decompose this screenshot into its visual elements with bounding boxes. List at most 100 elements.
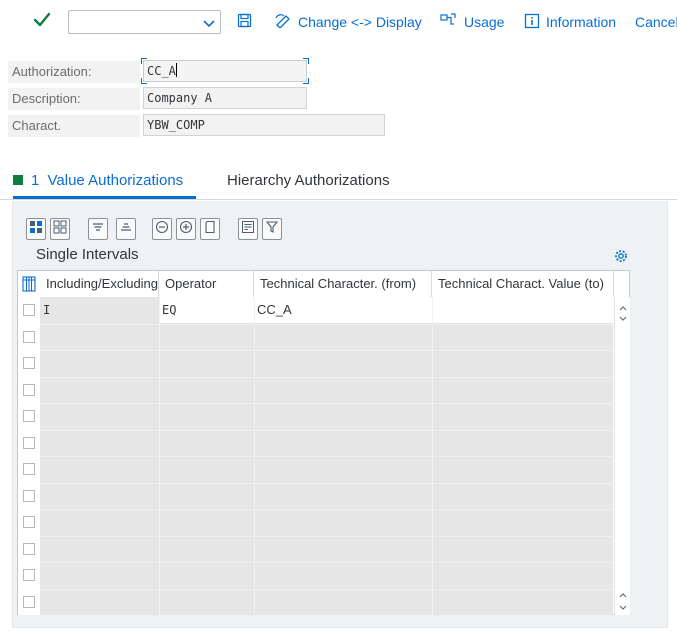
row-select-checkbox[interactable] (23, 516, 35, 528)
tab-number: 1 (31, 172, 40, 189)
deselect-all-button[interactable] (50, 218, 70, 240)
row-select-checkbox[interactable] (23, 489, 35, 502)
tab-label: Value Authorizations (47, 172, 184, 189)
row-select-checkbox[interactable] (23, 410, 35, 422)
row-divider (40, 323, 613, 325)
scroll-down-icon[interactable] (618, 599, 628, 610)
row-select-checkbox[interactable] (23, 383, 35, 396)
settings-gear-icon[interactable] (614, 249, 628, 263)
where-used-icon (440, 13, 464, 31)
information-label: Information (546, 14, 617, 30)
column-header-operator[interactable]: Operator (159, 271, 254, 297)
checkmark-icon[interactable] (33, 10, 51, 30)
charact-label: Charact. (8, 115, 140, 137)
description-field[interactable]: Company A (143, 87, 307, 109)
row-divider (40, 482, 613, 484)
charact-value: YBW_COMP (147, 118, 205, 132)
toolbar-dropdown[interactable] (68, 10, 221, 34)
cancel-label: Cancel (635, 14, 677, 30)
row-select-checkbox[interactable] (23, 436, 35, 449)
row-select-checkbox[interactable] (23, 330, 35, 343)
usage-label: Usage (464, 14, 505, 30)
row-select-checkbox[interactable] (23, 463, 35, 475)
authorization-label: Authorization: (8, 61, 140, 83)
empty-rows-area (40, 323, 613, 615)
authorization-value: CC_A (147, 64, 176, 78)
row-divider (40, 588, 613, 590)
deselect-all-icon (53, 220, 67, 239)
copy-row-button[interactable] (200, 218, 220, 240)
authorization-field[interactable]: CC_A (143, 60, 307, 82)
tab-underline (13, 196, 196, 199)
insert-row-icon (179, 220, 193, 239)
row-divider (40, 376, 613, 378)
cell-including-excluding[interactable]: I (40, 297, 159, 323)
delete-row-button[interactable] (152, 218, 172, 240)
tab-value-authorizations[interactable]: 1 Value Authorizations (13, 172, 183, 189)
focus-corner (303, 78, 309, 84)
row-selector-column (18, 297, 40, 615)
scroll-down-icon[interactable] (618, 310, 628, 321)
focus-corner (141, 58, 147, 64)
change-display-label: Change <-> Display (298, 14, 422, 30)
row-select-checkbox[interactable] (23, 357, 35, 369)
vertical-scrollbar[interactable] (614, 297, 630, 615)
description-value: Company A (147, 91, 213, 105)
cell-value: I (43, 303, 51, 317)
sort-descending-icon (119, 220, 133, 239)
row-divider (40, 562, 613, 563)
delete-row-icon (155, 220, 169, 239)
details-button[interactable] (238, 218, 258, 240)
row-divider (40, 535, 613, 537)
row-divider (40, 350, 613, 351)
tab-strip: 1 Value Authorizations Hierarchy Authori… (0, 168, 677, 200)
row-select-checkbox[interactable] (23, 304, 35, 316)
sort-ascending-icon (91, 220, 105, 239)
scroll-up-icon[interactable] (618, 588, 628, 598)
insert-row-button[interactable] (176, 218, 196, 240)
edit-toggle-icon (275, 13, 298, 31)
focus-corner (141, 78, 147, 84)
toolbar: Change <-> Display Usage Information Can… (0, 0, 677, 44)
select-all-button[interactable] (26, 218, 46, 240)
information-button[interactable]: Information (524, 11, 616, 33)
row-select-checkbox[interactable] (23, 542, 35, 555)
information-icon (524, 13, 546, 32)
filter-button[interactable] (262, 218, 282, 240)
row-select-checkbox[interactable] (23, 595, 35, 608)
save-icon (237, 13, 258, 31)
cell-to[interactable] (432, 297, 614, 323)
column-header-including-excluding[interactable]: Including/Excluding (40, 271, 159, 297)
charact-field[interactable]: YBW_COMP (143, 114, 385, 136)
details-icon (241, 220, 255, 239)
cell-value: EQ (162, 303, 177, 317)
column-settings-icon[interactable] (18, 271, 40, 297)
column-header-to[interactable]: Technical Charact. Value (to) (432, 271, 614, 297)
cancel-button[interactable]: Cancel (635, 11, 677, 33)
chevron-down-icon (203, 16, 215, 28)
usage-button[interactable]: Usage (440, 11, 504, 33)
tab-label: Hierarchy Authorizations (227, 172, 390, 189)
save-button[interactable] (237, 11, 258, 33)
change-display-button[interactable]: Change <-> Display (275, 11, 422, 33)
column-header-from[interactable]: Technical Character. (from) (254, 271, 432, 297)
copy-row-icon (203, 220, 217, 239)
row-divider (40, 456, 613, 457)
table-title: Single Intervals (36, 246, 139, 263)
text-cursor (175, 63, 177, 77)
filter-icon (265, 220, 279, 239)
sort-descending-button[interactable] (116, 218, 136, 240)
tab-hierarchy-authorizations[interactable]: Hierarchy Authorizations (227, 172, 390, 189)
row-divider (40, 403, 613, 404)
toolbar-dropdown-value (69, 12, 73, 27)
active-tab-marker (13, 175, 23, 185)
description-label: Description: (8, 88, 140, 110)
cell-operator[interactable]: EQ (159, 297, 254, 323)
row-divider (40, 509, 613, 510)
row-select-checkbox[interactable] (23, 569, 35, 581)
select-all-icon (29, 220, 43, 239)
focus-corner (303, 58, 309, 64)
sort-ascending-button[interactable] (88, 218, 108, 240)
cell-from[interactable]: CC_A (254, 297, 432, 323)
single-intervals-table: Including/Excluding Operator Technical C… (17, 270, 630, 615)
